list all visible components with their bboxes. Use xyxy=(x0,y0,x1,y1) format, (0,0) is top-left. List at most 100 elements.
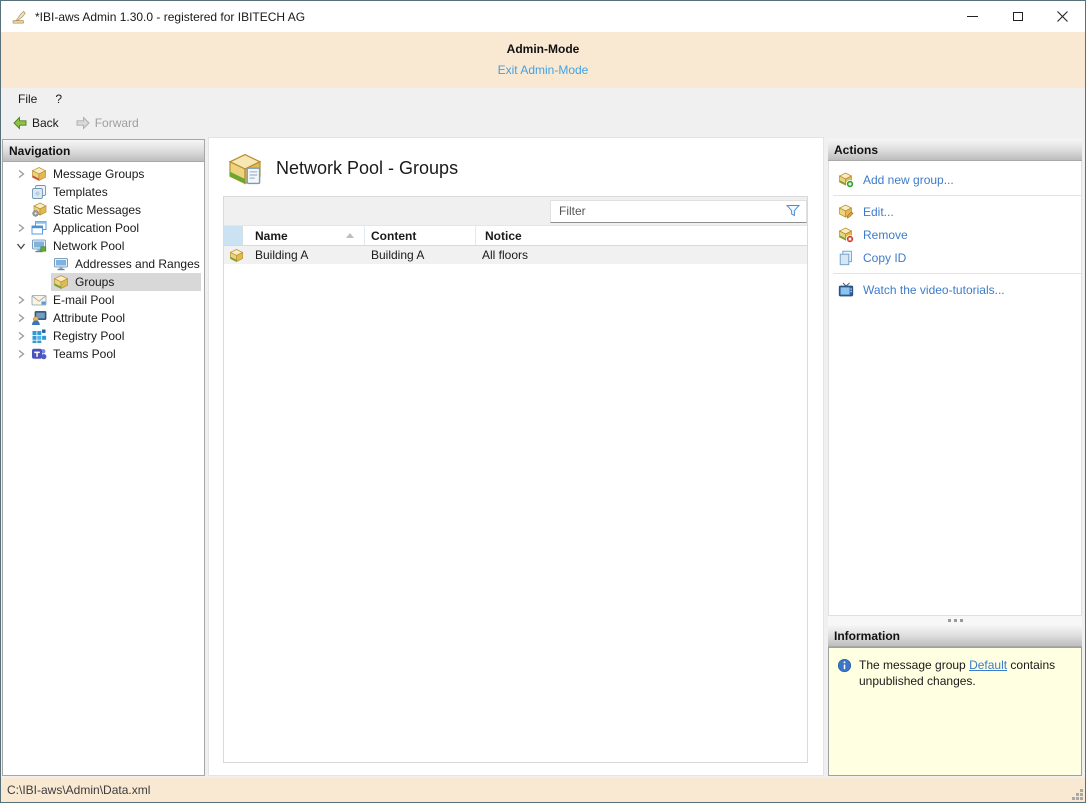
nav-item-email-pool[interactable]: E-mail Pool xyxy=(3,291,204,309)
filter-field xyxy=(550,199,807,223)
application-pool-icon xyxy=(31,220,47,236)
navigation-header: Navigation xyxy=(3,140,204,162)
menu-file[interactable]: File xyxy=(9,90,46,108)
page-title: Network Pool - Groups xyxy=(276,158,459,178)
sort-ascending-icon xyxy=(346,233,354,238)
close-button[interactable] xyxy=(1040,1,1085,32)
page-header: Network Pool - Groups xyxy=(209,138,823,186)
table-row[interactable]: Building A Building A All floors xyxy=(224,246,807,264)
information-panel: The message group Default contains unpub… xyxy=(828,647,1082,776)
remove-group-icon xyxy=(838,227,854,243)
resize-grip[interactable] xyxy=(1070,787,1083,800)
forward-label: Forward xyxy=(94,115,139,130)
info-text: The message group xyxy=(859,658,970,672)
nav-item-groups[interactable]: Groups xyxy=(3,273,204,291)
admin-mode-banner: Admin-Mode Exit Admin-Mode xyxy=(1,32,1085,88)
default-group-link[interactable]: Default xyxy=(969,658,1007,672)
exit-admin-mode-link[interactable]: Exit Admin-Mode xyxy=(498,63,589,77)
back-button[interactable]: Back xyxy=(9,115,62,131)
filter-toolbar xyxy=(224,197,807,226)
nav-item-label: Application Pool xyxy=(53,221,140,235)
nav-item-addresses-and-ranges[interactable]: Addresses and Ranges xyxy=(3,255,204,273)
menu-bar: File ? xyxy=(1,88,1085,110)
maximize-icon xyxy=(1012,12,1023,21)
nav-item-network-pool[interactable]: Network Pool xyxy=(3,237,204,255)
actions-panel: Add new group... Edit... Remove Copy ID xyxy=(828,161,1082,616)
nav-item-label: Addresses and Ranges xyxy=(75,257,200,271)
cell-name: Building A xyxy=(255,248,309,262)
nav-item-label: Teams Pool xyxy=(53,347,116,361)
remove-link[interactable]: Remove xyxy=(829,223,1081,246)
navigation-toolbar: Back Forward xyxy=(1,110,1085,135)
nav-item-static-messages[interactable]: Static Messages xyxy=(3,201,204,219)
panel-splitter[interactable] xyxy=(828,616,1082,625)
network-pool-icon xyxy=(31,238,47,254)
table-empty-area xyxy=(224,264,807,762)
selection-column-header[interactable] xyxy=(224,226,243,245)
navigation-panel: Navigation Message Groups Templates Stat… xyxy=(2,139,205,776)
chevron-right-icon[interactable] xyxy=(13,328,29,344)
column-header-content[interactable]: Content xyxy=(365,226,476,245)
menu-help[interactable]: ? xyxy=(46,90,71,108)
window-title: *IBI-aws Admin 1.30.0 - registered for I… xyxy=(35,9,306,24)
chevron-right-icon[interactable] xyxy=(13,292,29,308)
column-header-notice[interactable]: Notice xyxy=(476,226,807,245)
maximize-button[interactable] xyxy=(995,1,1040,32)
stamp-icon xyxy=(11,9,27,25)
nav-item-label: Templates xyxy=(53,185,108,199)
addresses-ranges-icon xyxy=(53,256,69,272)
chevron-down-icon[interactable] xyxy=(13,238,29,254)
chevron-right-icon[interactable] xyxy=(13,346,29,362)
nav-item-application-pool[interactable]: Application Pool xyxy=(3,219,204,237)
action-label: Add new group... xyxy=(863,172,954,187)
nav-item-message-groups[interactable]: Message Groups xyxy=(3,165,204,183)
nav-item-templates[interactable]: Templates xyxy=(3,183,204,201)
nav-item-registry-pool[interactable]: Registry Pool xyxy=(3,327,204,345)
info-icon xyxy=(837,658,852,673)
add-new-group-link[interactable]: Add new group... xyxy=(829,168,1081,191)
message-groups-icon xyxy=(31,166,47,182)
templates-icon xyxy=(31,184,47,200)
forward-arrow-icon xyxy=(76,115,90,130)
attribute-pool-icon xyxy=(31,310,47,326)
minimize-icon xyxy=(967,16,978,17)
filter-funnel-icon[interactable] xyxy=(785,203,801,219)
close-icon xyxy=(1057,11,1068,22)
registry-pool-icon xyxy=(31,328,47,344)
status-bar: C:\IBI-aws\Admin\Data.xml xyxy=(1,778,1085,802)
nav-item-attribute-pool[interactable]: Attribute Pool xyxy=(3,309,204,327)
action-label: Remove xyxy=(863,227,908,242)
back-arrow-icon xyxy=(13,115,27,130)
nav-item-teams-pool[interactable]: Teams Pool xyxy=(3,345,204,363)
watch-video-tutorials-link[interactable]: Watch the video-tutorials... xyxy=(829,278,1081,301)
action-label: Watch the video-tutorials... xyxy=(863,282,1005,297)
tv-icon xyxy=(838,282,854,298)
action-label: Copy ID xyxy=(863,250,907,265)
edit-link[interactable]: Edit... xyxy=(829,200,1081,223)
app-window: *IBI-aws Admin 1.30.0 - registered for I… xyxy=(0,0,1086,803)
chevron-right-icon[interactable] xyxy=(13,220,29,236)
actions-header: Actions xyxy=(828,139,1082,161)
nav-item-label: Groups xyxy=(75,275,115,289)
column-header-name[interactable]: Name xyxy=(243,226,365,245)
group-box-icon xyxy=(228,153,264,185)
status-file-path: C:\IBI-aws\Admin\Data.xml xyxy=(7,783,151,797)
separator xyxy=(833,195,1081,196)
teams-pool-icon xyxy=(31,346,47,362)
group-box-icon xyxy=(229,248,244,263)
separator xyxy=(833,273,1081,274)
filter-input[interactable] xyxy=(551,204,785,218)
copy-id-icon xyxy=(838,250,854,266)
email-pool-icon xyxy=(31,292,47,308)
forward-button[interactable]: Forward xyxy=(72,115,142,131)
right-column: Actions Add new group... Edit... Remove xyxy=(828,139,1082,776)
minimize-button[interactable] xyxy=(950,1,995,32)
column-header-label: Content xyxy=(371,228,417,243)
chevron-right-icon[interactable] xyxy=(13,310,29,326)
chevron-right-icon[interactable] xyxy=(13,166,29,182)
copy-id-link[interactable]: Copy ID xyxy=(829,246,1081,269)
